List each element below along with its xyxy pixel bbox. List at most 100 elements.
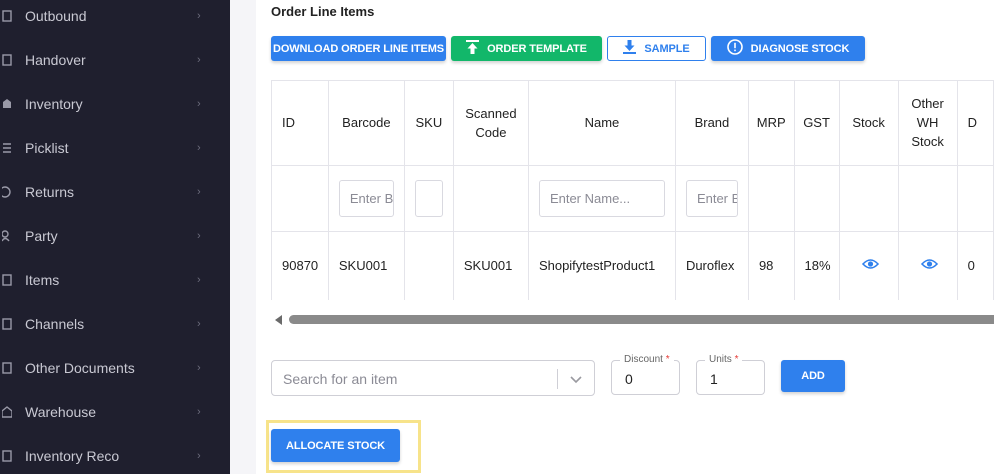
column-header-stock: Stock (839, 81, 899, 166)
cell-other-wh-stock (898, 231, 958, 300)
units-label: Units * (705, 354, 743, 365)
chevron-right-icon: › (197, 186, 201, 198)
diagnose-label: DIAGNOSE STOCK (750, 42, 850, 55)
inventory-icon (0, 97, 14, 111)
sidebar-item-channels[interactable]: Channels › (0, 304, 230, 344)
chevron-right-icon: › (197, 230, 201, 242)
inventory-reco-icon (0, 449, 14, 463)
column-header-mrp: MRP (748, 81, 795, 166)
brand-filter-input[interactable]: Enter Brand (685, 179, 738, 217)
sidebar-item-returns[interactable]: Returns › (0, 172, 230, 212)
sidebar-item-party[interactable]: Party › (0, 216, 230, 256)
table-filter-row: Enter Barcode Enter Name... Enter Brand (272, 165, 994, 232)
alert-circle-icon (726, 39, 743, 58)
add-label: ADD (801, 370, 825, 382)
chevron-down-icon[interactable] (569, 372, 583, 390)
column-header-d: D (957, 81, 994, 166)
sidebar-item-items[interactable]: Items › (0, 260, 230, 300)
warehouse-icon (0, 405, 14, 419)
select-separator (557, 369, 558, 389)
chevron-right-icon: › (197, 54, 201, 66)
eye-icon[interactable] (920, 258, 938, 273)
sidebar-item-inventory-reco[interactable]: Inventory Reco › (0, 436, 230, 474)
column-header-id: ID (272, 81, 329, 166)
add-item-button[interactable]: ADD (781, 360, 845, 392)
cell-mrp: 98 (748, 231, 795, 300)
discount-label: Discount * (620, 354, 674, 365)
sidebar-item-label: Inventory Reco (25, 448, 120, 464)
column-header-barcode: Barcode (328, 81, 405, 166)
table-header-row: ID Barcode SKU Scanned Code Name Brand M… (272, 81, 994, 166)
column-header-sku: SKU (404, 81, 454, 166)
chevron-right-icon: › (197, 362, 201, 374)
cell-id: 90870 (272, 231, 329, 300)
cell-name: ShopifytestProduct1 (528, 231, 676, 300)
item-search-select[interactable]: Search for an item (271, 360, 595, 396)
column-header-brand: Brand (675, 81, 749, 166)
sidebar: Outbound › Handover › Inventory › Pickli… (0, 0, 230, 474)
sidebar-item-picklist[interactable]: Picklist › (0, 128, 230, 168)
diagnose-stock-button[interactable]: DIAGNOSE STOCK (711, 36, 865, 61)
sidebar-item-warehouse[interactable]: Warehouse › (0, 392, 230, 432)
upload-icon (466, 40, 480, 57)
template-label: ORDER TEMPLATE (487, 42, 587, 55)
chevron-right-icon: › (197, 142, 201, 154)
chevron-right-icon: › (197, 10, 201, 22)
barcode-filter-input[interactable]: Enter Barcode (338, 179, 394, 217)
name-filter-placeholder: Enter Name... (549, 190, 631, 206)
order-template-button[interactable]: ORDER TEMPLATE (451, 36, 602, 61)
sidebar-item-label: Picklist (25, 140, 69, 156)
chevron-right-icon: › (197, 450, 201, 462)
chevron-right-icon: › (197, 406, 201, 418)
sidebar-item-label: Channels (25, 316, 85, 332)
scroll-thumb[interactable] (289, 315, 994, 324)
cell-gst: 18% (794, 231, 840, 300)
sku-filter-input[interactable] (414, 179, 443, 217)
documents-icon (0, 361, 14, 375)
sidebar-item-label: Handover (25, 52, 86, 68)
channels-icon (0, 317, 14, 331)
barcode-filter-placeholder: Enter Barcode (349, 190, 394, 206)
scroll-left-arrow-icon[interactable] (275, 315, 282, 325)
download-icon (623, 40, 637, 57)
name-filter-input[interactable]: Enter Name... (538, 179, 665, 217)
eye-icon[interactable] (861, 258, 879, 273)
units-field[interactable]: Units * 1 (696, 354, 765, 395)
allocate-stock-button[interactable]: ALLOCATE STOCK (271, 429, 400, 462)
returns-icon (0, 185, 14, 199)
cell-scanned-code: SKU001 (453, 231, 529, 300)
discount-value: 0 (625, 371, 633, 387)
outbound-icon (0, 9, 14, 23)
cell-barcode: SKU001 (328, 231, 405, 300)
column-header-name: Name (528, 81, 676, 166)
sample-label: SAMPLE (644, 42, 690, 55)
chevron-right-icon: › (197, 274, 201, 286)
sidebar-item-inventory[interactable]: Inventory › (0, 84, 230, 124)
download-order-line-items-button[interactable]: DOWNLOAD ORDER LINE ITEMS (271, 36, 446, 61)
handover-icon (0, 53, 14, 67)
sidebar-item-label: Items (25, 272, 60, 288)
table-row: 90870 SKU001 SKU001 ShopifytestProduct1 … (272, 231, 994, 300)
cell-stock (839, 231, 899, 300)
chevron-right-icon: › (197, 318, 201, 330)
table-horizontal-scrollbar[interactable] (271, 313, 994, 327)
brand-filter-placeholder: Enter Brand (696, 190, 737, 206)
sidebar-item-label: Outbound (25, 8, 87, 24)
party-icon (0, 229, 14, 243)
column-header-gst: GST (794, 81, 840, 166)
sidebar-item-label: Inventory (25, 96, 83, 112)
sidebar-item-other-documents[interactable]: Other Documents › (0, 348, 230, 388)
sidebar-item-handover[interactable]: Handover › (0, 40, 230, 80)
discount-field[interactable]: Discount * 0 (611, 354, 680, 395)
sidebar-item-outbound[interactable]: Outbound › (0, 0, 230, 36)
sample-button[interactable]: SAMPLE (607, 36, 706, 61)
section-title: Order Line Items (271, 4, 375, 19)
sidebar-item-label: Other Documents (25, 360, 135, 376)
item-search-placeholder: Search for an item (283, 371, 398, 387)
allocate-stock-label: ALLOCATE STOCK (285, 439, 386, 452)
units-value: 1 (710, 371, 718, 387)
order-line-items-table: ID Barcode SKU Scanned Code Name Brand M… (271, 80, 994, 300)
picklist-icon (0, 141, 14, 155)
sidebar-item-label: Returns (25, 184, 75, 200)
cell-brand: Duroflex (675, 231, 749, 300)
